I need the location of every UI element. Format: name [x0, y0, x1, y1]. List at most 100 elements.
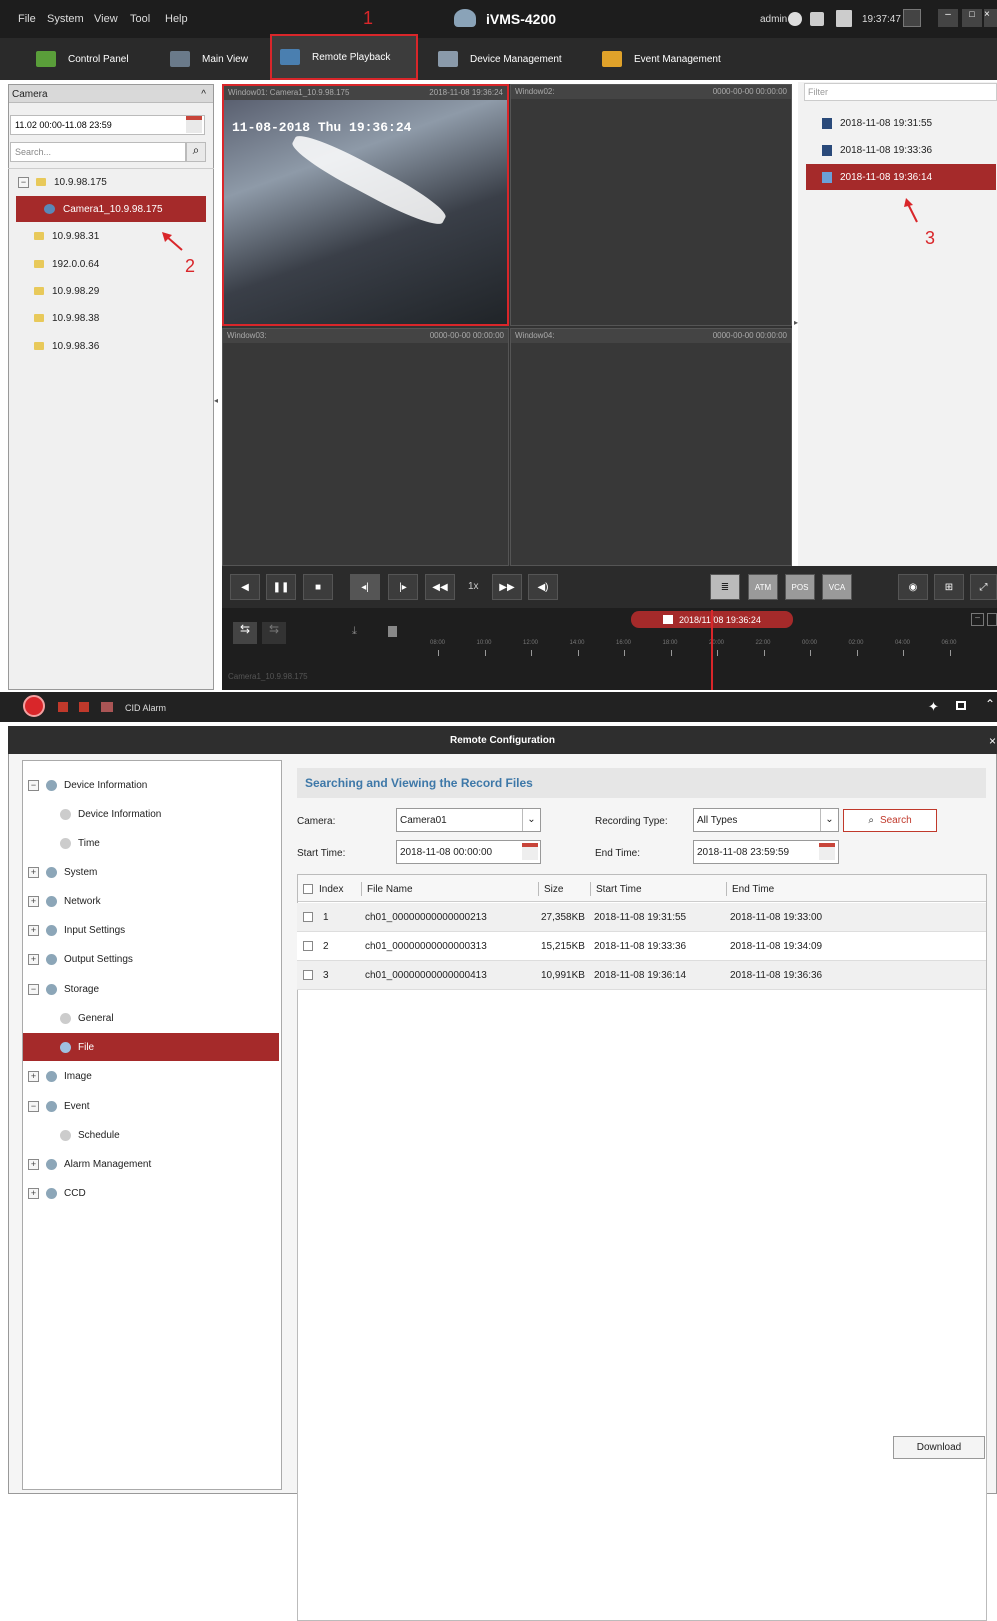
download-button[interactable]: Download: [893, 1436, 985, 1459]
nav-output-settings[interactable]: + Output Settings: [24, 945, 280, 973]
alarm-type-icon[interactable]: [58, 702, 68, 712]
search-icon[interactable]: ⌕: [186, 142, 206, 162]
expand-icon[interactable]: +: [28, 1187, 39, 1199]
tree-device-192-0-0-64[interactable]: 192.0.0.64: [8, 251, 206, 277]
tab-event-management[interactable]: Event Management: [594, 40, 734, 78]
fullscreen-icon[interactable]: ⤢: [970, 574, 997, 600]
collapse-panel-arrow-icon[interactable]: ◂: [214, 396, 220, 410]
tree-device-10-9-98-38[interactable]: 10.9.98.38: [8, 305, 206, 331]
expand-icon[interactable]: +: [28, 953, 39, 965]
timeline-mode-icon[interactable]: ⇆: [233, 622, 257, 644]
column-file-name[interactable]: File Name: [361, 882, 413, 896]
speed-up-button[interactable]: ▶▶: [492, 574, 522, 600]
column-index[interactable]: Index: [319, 876, 343, 902]
cid-alarm-label[interactable]: CID Alarm: [125, 703, 166, 713]
start-time-input[interactable]: 2018-11-08 00:00:00: [396, 840, 541, 864]
recording-type-select[interactable]: All Types ⌄: [693, 808, 839, 832]
close-button[interactable]: ×: [984, 9, 997, 27]
expand-icon[interactable]: +: [28, 924, 39, 936]
window-layout-icon[interactable]: ⊞: [934, 574, 964, 600]
step-back-button[interactable]: ◂|: [350, 574, 380, 600]
tree-device-10-9-98-36[interactable]: 10.9.98.36: [8, 333, 206, 359]
audio-alarm-icon[interactable]: [101, 702, 113, 712]
column-start-time[interactable]: Start Time: [590, 882, 642, 896]
window-01[interactable]: Window01: Camera1_10.9.98.175 2018-11-08 …: [222, 84, 509, 326]
timeline-mode-alt-icon[interactable]: ⇆: [262, 622, 286, 644]
lock-icon[interactable]: [903, 9, 921, 27]
nav-device-information[interactable]: − Device Information: [24, 771, 280, 799]
menu-system[interactable]: System: [47, 13, 84, 25]
select-all-checkbox[interactable]: [303, 876, 313, 902]
globe-icon[interactable]: [788, 12, 802, 26]
nav-device-information-sub[interactable]: Device Information: [24, 800, 280, 828]
column-size[interactable]: Size: [538, 882, 563, 896]
calendar-icon[interactable]: [522, 843, 538, 860]
tab-control-panel[interactable]: Control Panel: [28, 40, 162, 78]
timeline-cursor[interactable]: [711, 610, 713, 690]
vca-icon[interactable]: VCA: [822, 574, 852, 600]
maximize-button[interactable]: □: [962, 9, 982, 27]
record-item[interactable]: 2018-11-08 19:31:55: [806, 110, 996, 136]
table-row[interactable]: 1 ch01_00000000000000213 27,358KB 2018-1…: [297, 903, 986, 932]
tree-device-10-9-98-175[interactable]: −10.9.98.175: [8, 169, 206, 195]
menu-file[interactable]: File: [18, 13, 36, 25]
step-forward-button[interactable]: |▸: [388, 574, 418, 600]
expand-icon[interactable]: +: [28, 1158, 39, 1170]
collapse-up-icon[interactable]: ⌃: [985, 697, 995, 711]
camera-search-input[interactable]: Search...: [10, 142, 186, 162]
nav-system[interactable]: + System: [24, 858, 280, 886]
table-row[interactable]: 3 ch01_00000000000000413 10,991KB 2018-1…: [297, 961, 986, 990]
calendar-icon[interactable]: [186, 116, 202, 133]
tab-main-view[interactable]: Main View: [162, 40, 266, 78]
atm-icon[interactable]: ATM: [748, 574, 778, 600]
camera-capture-icon[interactable]: ◉: [898, 574, 928, 600]
tree-device-10-9-98-29[interactable]: 10.9.98.29: [8, 278, 206, 304]
collapse-icon[interactable]: −: [28, 1100, 39, 1112]
expand-icon[interactable]: +: [28, 895, 39, 907]
end-time-input[interactable]: 2018-11-08 23:59:59: [693, 840, 839, 864]
record-item[interactable]: 2018-11-08 19:33:36: [806, 137, 996, 163]
row-checkbox[interactable]: [303, 970, 313, 980]
menu-view[interactable]: View: [94, 13, 118, 25]
download-clip-icon[interactable]: ⤓: [352, 625, 364, 637]
window-02[interactable]: Window02: 0000-00-00 00:00:00: [510, 84, 792, 326]
nav-time[interactable]: Time: [24, 829, 280, 857]
record-item-selected[interactable]: 2018-11-08 19:36:14: [806, 164, 996, 190]
nav-image[interactable]: + Image: [24, 1062, 280, 1090]
stop-button[interactable]: ■: [303, 574, 333, 600]
nav-event[interactable]: − Event: [24, 1092, 280, 1120]
alarm-icon[interactable]: [23, 695, 45, 717]
expand-icon[interactable]: +: [28, 1070, 39, 1082]
restore-icon[interactable]: [956, 701, 966, 710]
window-04[interactable]: Window04: 0000-00-00 00:00:00: [510, 328, 792, 566]
tab-remote-playback[interactable]: Remote Playback: [270, 34, 418, 80]
minimize-button[interactable]: –: [938, 9, 958, 27]
date-range-field[interactable]: 11.02 00:00-11.08 23:59: [10, 115, 205, 135]
file-list-icon[interactable]: ≣: [710, 574, 740, 600]
window-03[interactable]: Window03: 0000-00-00 00:00:00: [222, 328, 509, 566]
expand-icon[interactable]: +: [28, 866, 39, 878]
camera-select[interactable]: Camera01 ⌄: [396, 808, 541, 832]
nav-network[interactable]: + Network: [24, 887, 280, 915]
row-checkbox[interactable]: [303, 912, 313, 922]
nav-input-settings[interactable]: + Input Settings: [24, 916, 280, 944]
slow-down-button[interactable]: ◀◀: [425, 574, 455, 600]
audio-toggle-button[interactable]: ◀): [528, 574, 558, 600]
nav-general[interactable]: General: [24, 1004, 280, 1032]
pos-icon[interactable]: POS: [785, 574, 815, 600]
nav-ccd[interactable]: + CCD: [24, 1179, 280, 1207]
column-end-time[interactable]: End Time: [726, 882, 774, 896]
collapse-icon[interactable]: −: [28, 983, 39, 995]
menu-help[interactable]: Help: [165, 13, 188, 25]
collapse-icon[interactable]: −: [18, 176, 29, 188]
zoom-out-button[interactable]: −: [971, 613, 984, 626]
tree-camera1[interactable]: Camera1_10.9.98.175: [16, 196, 206, 222]
pause-button[interactable]: ❚❚: [266, 574, 296, 600]
reverse-play-button[interactable]: ◀: [230, 574, 260, 600]
tab-device-management[interactable]: Device Management: [430, 40, 580, 78]
search-button[interactable]: ⌕ Search: [843, 809, 937, 832]
nav-alarm-management[interactable]: + Alarm Management: [24, 1150, 280, 1178]
dialog-close-icon[interactable]: ×: [989, 734, 996, 748]
filter-input[interactable]: Filter: [804, 83, 997, 101]
nav-storage[interactable]: − Storage: [24, 975, 280, 1003]
